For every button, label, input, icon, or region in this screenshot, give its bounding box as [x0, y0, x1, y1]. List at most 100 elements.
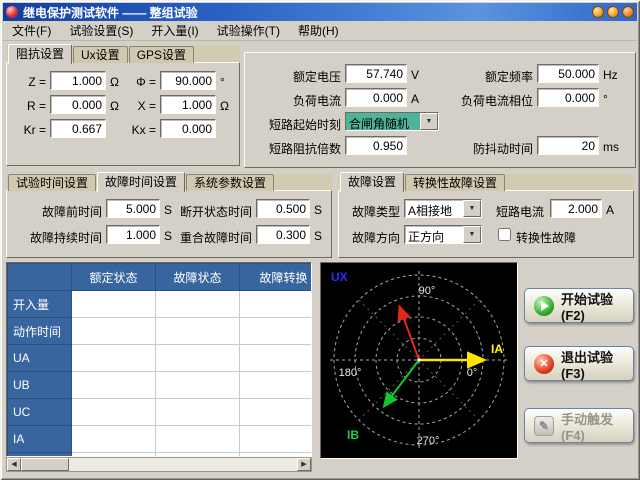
row-header: UB [8, 372, 72, 399]
r-unit: Ω [110, 99, 119, 113]
table-cell[interactable] [72, 372, 156, 399]
z-label: Z = [16, 75, 46, 89]
table-cell[interactable] [156, 372, 240, 399]
tab-test-time-settings[interactable]: 试验时间设置 [8, 174, 96, 191]
load-current-label: 负荷电流 [253, 92, 341, 109]
table-cell[interactable] [240, 318, 313, 345]
load-phase-unit: ° [603, 92, 608, 106]
table-cell[interactable] [240, 426, 313, 453]
fault-duration-label: 故障持续时间 [14, 229, 102, 246]
x-input[interactable] [160, 95, 216, 114]
rated-frequency-label: 额定频率 [445, 68, 533, 85]
table-cell[interactable] [156, 291, 240, 318]
load-current-input[interactable] [345, 88, 407, 107]
x-unit: Ω [220, 99, 229, 113]
pre-fault-time-input[interactable] [106, 199, 160, 218]
row-header: IA [8, 426, 72, 453]
vector-ib [385, 360, 419, 405]
scroll-thumb[interactable] [21, 458, 69, 471]
menu-test-settings[interactable]: 试验设置(S) [60, 20, 142, 41]
row-header: UC [8, 399, 72, 426]
tab-impedance-settings[interactable]: 阻抗设置 [8, 44, 72, 64]
polar-center [417, 358, 420, 361]
fault-type-value: A相接地 [405, 200, 463, 217]
r-input[interactable] [50, 95, 106, 114]
table-cell[interactable] [156, 426, 240, 453]
convert-fault-checkbox[interactable] [498, 228, 511, 241]
tab-fault-time-settings[interactable]: 故障时间设置 [97, 172, 185, 192]
table-cell[interactable] [72, 345, 156, 372]
short-current-label: 短路电流 [496, 203, 544, 220]
fault-direction-value: 正方向 [405, 226, 463, 243]
phasor-chart: UX 90° IA 0° 180° 270° IB [320, 262, 518, 459]
chevron-down-icon[interactable]: ▼ [420, 113, 438, 130]
rated-voltage-input[interactable] [345, 64, 407, 83]
impedance-panel: 阻抗设置 Ux设置 GPS设置 Z = Ω Φ = ° R = Ω X = Ω … [6, 44, 240, 166]
debounce-input[interactable] [537, 136, 599, 155]
menu-help[interactable]: 帮助(H) [289, 20, 348, 41]
scroll-left-icon[interactable]: ◀ [7, 458, 21, 471]
fault-duration-input[interactable] [106, 225, 160, 244]
fault-direction-label: 故障方向 [352, 229, 400, 246]
close-button[interactable] [622, 6, 634, 18]
debounce-unit: ms [603, 140, 619, 154]
menu-file[interactable]: 文件(F) [3, 20, 60, 41]
tab-gps-settings[interactable]: GPS设置 [129, 46, 194, 63]
table-corner-header [8, 264, 72, 291]
row-header: 动作时间 [8, 318, 72, 345]
tab-system-param-settings[interactable]: 系统参数设置 [186, 174, 274, 191]
table-cell[interactable] [240, 372, 313, 399]
table-cell[interactable] [156, 345, 240, 372]
table-cell[interactable] [72, 426, 156, 453]
minimize-button[interactable] [592, 6, 604, 18]
open-state-time-input[interactable] [256, 199, 310, 218]
tab-convert-fault-settings[interactable]: 转换性故障设置 [405, 174, 505, 191]
reclose-fault-time-label: 重合故障时间 [174, 229, 252, 246]
table-cell[interactable] [72, 318, 156, 345]
phi-unit: ° [220, 75, 225, 89]
phi-input[interactable] [160, 71, 216, 90]
maximize-button[interactable] [607, 6, 619, 18]
fault-direction-combo[interactable]: 正方向 ▼ [404, 225, 482, 244]
short-ratio-input[interactable] [345, 136, 407, 155]
fault-type-combo[interactable]: A相接地 ▼ [404, 199, 482, 218]
table-hscrollbar[interactable]: ◀ ▶ [6, 457, 312, 472]
manual-trigger-button[interactable]: 手动触发(F4) [524, 408, 634, 443]
scroll-track[interactable] [69, 458, 297, 471]
short-start-combo[interactable]: 合闸角随机 ▼ [345, 112, 439, 131]
row-header: UA [8, 345, 72, 372]
fault-duration-unit: S [164, 229, 172, 243]
tab-fault-settings[interactable]: 故障设置 [340, 172, 404, 192]
time-panel: 试验时间设置 故障时间设置 系统参数设置 故障前时间 S 断开状态时间 S 故障… [6, 172, 332, 258]
window-title: 继电保护测试软件 —— 整组试验 [23, 4, 198, 21]
kx-input[interactable] [160, 119, 216, 138]
rated-frequency-input[interactable] [537, 64, 599, 83]
fault-panel: 故障设置 转换性故障设置 故障类型 A相接地 ▼ 短路电流 A 故障方向 正方向… [338, 172, 634, 258]
table-cell[interactable] [72, 399, 156, 426]
debounce-label: 防抖动时间 [445, 140, 533, 157]
table-cell[interactable] [240, 399, 313, 426]
menu-test-operation[interactable]: 试验操作(T) [208, 20, 289, 41]
scroll-right-icon[interactable]: ▶ [297, 458, 311, 471]
exit-test-button[interactable]: 退出试验(F3) [524, 346, 634, 381]
start-test-button[interactable]: 开始试验(F2) [524, 288, 634, 323]
short-current-input[interactable] [550, 199, 602, 218]
table-cell[interactable] [240, 291, 313, 318]
reclose-fault-time-input[interactable] [256, 225, 310, 244]
ux-label: UX [331, 270, 348, 284]
menu-di-input[interactable]: 开入量(I) [142, 20, 207, 41]
tab-ux-settings[interactable]: Ux设置 [73, 46, 128, 63]
table-cell[interactable] [156, 318, 240, 345]
kr-input[interactable] [50, 119, 106, 138]
z-input[interactable] [50, 71, 106, 90]
start-test-label: 开始试验(F2) [561, 289, 633, 323]
chevron-down-icon[interactable]: ▼ [463, 226, 481, 243]
load-phase-input[interactable] [537, 88, 599, 107]
chevron-down-icon[interactable]: ▼ [463, 200, 481, 217]
kr-label: Kr = [16, 123, 46, 137]
table-cell[interactable] [156, 399, 240, 426]
fault-tabstrip: 故障设置 转换性故障设置 [340, 172, 506, 191]
fault-type-label: 故障类型 [352, 203, 400, 220]
table-cell[interactable] [72, 291, 156, 318]
table-cell[interactable] [240, 345, 313, 372]
